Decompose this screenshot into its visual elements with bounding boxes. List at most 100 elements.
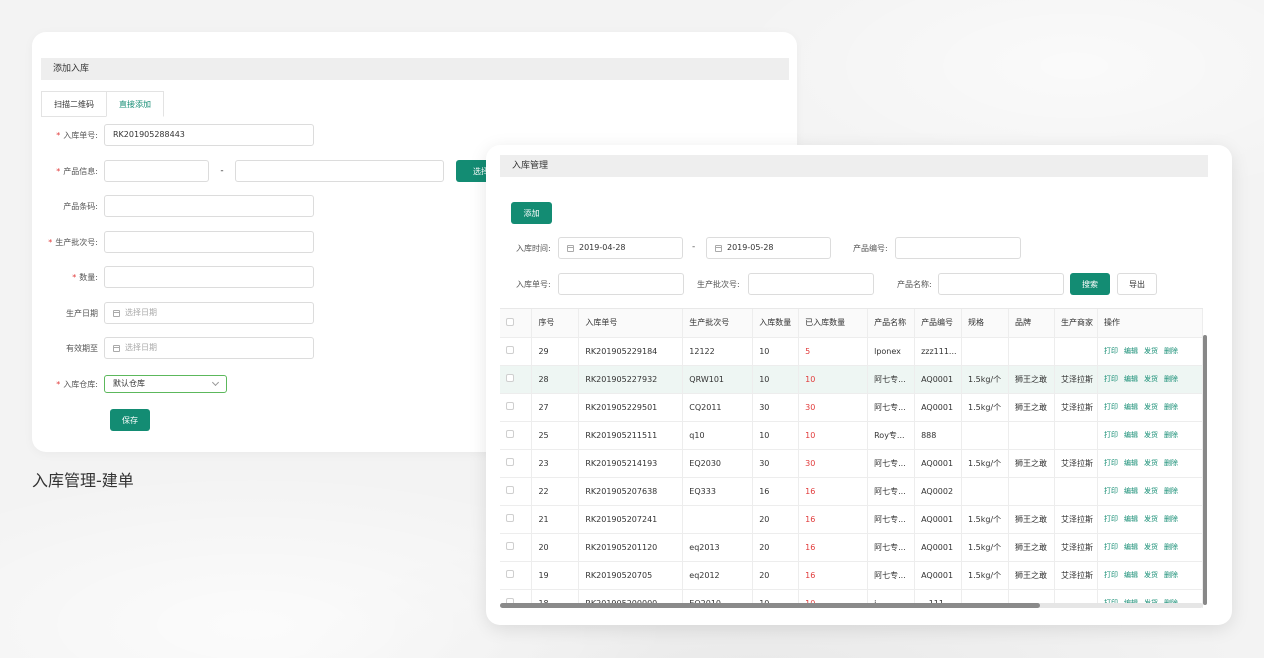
edit-link[interactable]: 编辑	[1124, 347, 1138, 355]
search-button[interactable]: 搜索	[1070, 273, 1110, 295]
table-cell	[1054, 337, 1098, 366]
print-link[interactable]: 打印	[1104, 375, 1118, 383]
delete-link[interactable]: 删除	[1164, 403, 1178, 411]
delete-link[interactable]: 删除	[1164, 375, 1178, 383]
row-actions: 打印编辑发货删除	[1097, 449, 1203, 478]
row-checkbox[interactable]	[506, 542, 514, 550]
edit-link[interactable]: 编辑	[1124, 487, 1138, 495]
table-row[interactable]: 19 RK20190520705 eq2012 20 16 阿七专... AQ0001 1.5…	[500, 561, 1203, 590]
ship-link[interactable]: 发货	[1144, 431, 1158, 439]
table-row[interactable]: 23 RK201905214193 EQ2030 30 30 阿七专... AQ0001 1.…	[500, 449, 1203, 478]
print-link[interactable]: 打印	[1104, 403, 1118, 411]
row-checkbox[interactable]	[506, 346, 514, 354]
product-code-input[interactable]	[895, 237, 1021, 259]
ship-link[interactable]: 发货	[1144, 347, 1158, 355]
product-info-input-2[interactable]	[235, 160, 444, 182]
order-no-input[interactable]: RK201905288443	[104, 124, 314, 146]
required-mark: *	[72, 272, 77, 282]
delete-link[interactable]: 删除	[1164, 571, 1178, 579]
date-separator: -	[692, 242, 696, 252]
row-checkbox[interactable]	[506, 570, 514, 578]
edit-link[interactable]: 编辑	[1124, 403, 1138, 411]
delete-link[interactable]: 删除	[1164, 487, 1178, 495]
export-button[interactable]: 导出	[1117, 273, 1157, 295]
edit-link[interactable]: 编辑	[1124, 459, 1138, 467]
ship-link[interactable]: 发货	[1144, 571, 1158, 579]
warehouse-select[interactable]: 默认仓库	[104, 375, 227, 393]
row-qty: * 数量:	[32, 266, 314, 288]
ship-link[interactable]: 发货	[1144, 403, 1158, 411]
batch-filter-input[interactable]	[748, 273, 874, 295]
expire-date-picker[interactable]: 选择日期	[104, 337, 314, 359]
product-info-input-1[interactable]	[104, 160, 209, 182]
edit-link[interactable]: 编辑	[1124, 543, 1138, 551]
edit-link[interactable]: 编辑	[1124, 515, 1138, 523]
tab-direct-add[interactable]: 直接添加	[106, 91, 164, 117]
delete-link[interactable]: 删除	[1164, 515, 1178, 523]
order-no-label: 入库单号:	[516, 280, 551, 289]
delete-link[interactable]: 删除	[1164, 347, 1178, 355]
save-button[interactable]: 保存	[110, 409, 150, 431]
row-checkbox[interactable]	[506, 430, 514, 438]
ship-link[interactable]: 发货	[1144, 543, 1158, 551]
table-row[interactable]: 25 RK201905211511 q10 10 10 Roy专... 888 打印 编辑 发货删…	[500, 421, 1203, 450]
row-checkbox[interactable]	[506, 458, 514, 466]
add-button[interactable]: 添加	[511, 202, 552, 224]
print-link[interactable]: 打印	[1104, 431, 1118, 439]
table-cell: 16	[798, 505, 869, 534]
col-header: 产品名称	[867, 309, 916, 338]
ship-link[interactable]: 发货	[1144, 487, 1158, 495]
table-row[interactable]: 21 RK201905207241 20 16 阿七专... AQ0001 1.5kg/个狮…	[500, 505, 1203, 534]
table-cell: 艾泽拉斯	[1054, 561, 1098, 590]
ship-link[interactable]: 发货	[1144, 515, 1158, 523]
row-checkbox[interactable]	[506, 486, 514, 494]
row-checkbox[interactable]	[506, 402, 514, 410]
delete-link[interactable]: 删除	[1164, 459, 1178, 467]
table-cell: 阿七专...	[867, 477, 916, 506]
select-all-checkbox[interactable]	[506, 317, 514, 326]
table-row[interactable]: 28 RK201905227932 QRW101 10 10 阿七专... AQ0001 1.…	[500, 365, 1203, 394]
calendar-icon	[567, 244, 574, 252]
tabs: 扫描二维码 直接添加	[41, 91, 164, 117]
edit-link[interactable]: 编辑	[1124, 375, 1138, 383]
row-checkbox[interactable]	[506, 514, 514, 522]
table-cell: 阿七专...	[867, 365, 916, 394]
table-row[interactable]: 29 RK201905229184 12122 10 5 lponex zzz111... 打…	[500, 337, 1203, 366]
table-cell	[682, 505, 754, 534]
qty-input[interactable]	[104, 266, 314, 288]
row-actions: 打印编辑发货删除	[1097, 561, 1203, 590]
edit-link[interactable]: 编辑	[1124, 431, 1138, 439]
table-cell: eq2012	[682, 561, 754, 590]
horizontal-scrollbar[interactable]	[500, 603, 1040, 608]
batch-label: 生产批次号:	[697, 280, 740, 289]
prod-date-picker[interactable]: 选择日期	[104, 302, 314, 324]
end-date-picker[interactable]: 2019-05-28	[706, 237, 831, 259]
print-link[interactable]: 打印	[1104, 347, 1118, 355]
table-row[interactable]: 22 RK201905207638 EQ333 16 16 阿七专... AQ0002 打印编…	[500, 477, 1203, 506]
table-row[interactable]: 20 RK201905201120 eq2013 20 16 阿七专... AQ0001 1.…	[500, 533, 1203, 562]
table-row[interactable]: 27 RK201905229501 CQ2011 30 30 阿七专... AQ0001 1.…	[500, 393, 1203, 422]
vertical-scrollbar[interactable]	[1203, 335, 1207, 605]
print-link[interactable]: 打印	[1104, 571, 1118, 579]
tab-scan-qr[interactable]: 扫描二维码	[41, 91, 107, 117]
row-checkbox[interactable]	[506, 374, 514, 382]
barcode-input[interactable]	[104, 195, 314, 217]
print-link[interactable]: 打印	[1104, 515, 1118, 523]
ship-link[interactable]: 发货	[1144, 459, 1158, 467]
chevron-down-icon	[211, 378, 220, 387]
row-barcode: 产品条码:	[32, 195, 314, 217]
print-link[interactable]: 打印	[1104, 543, 1118, 551]
print-link[interactable]: 打印	[1104, 459, 1118, 467]
print-link[interactable]: 打印	[1104, 487, 1118, 495]
batch-input[interactable]	[104, 231, 314, 253]
delete-link[interactable]: 删除	[1164, 543, 1178, 551]
ship-link[interactable]: 发货	[1144, 375, 1158, 383]
edit-link[interactable]: 编辑	[1124, 571, 1138, 579]
start-date-picker[interactable]: 2019-04-28	[558, 237, 683, 259]
product-name-input[interactable]	[938, 273, 1064, 295]
order-no-filter-input[interactable]	[558, 273, 684, 295]
table-cell: 狮王之敢	[1008, 365, 1055, 394]
table-cell: AQ0001	[914, 505, 963, 534]
delete-link[interactable]: 删除	[1164, 431, 1178, 439]
required-mark: *	[56, 130, 61, 140]
